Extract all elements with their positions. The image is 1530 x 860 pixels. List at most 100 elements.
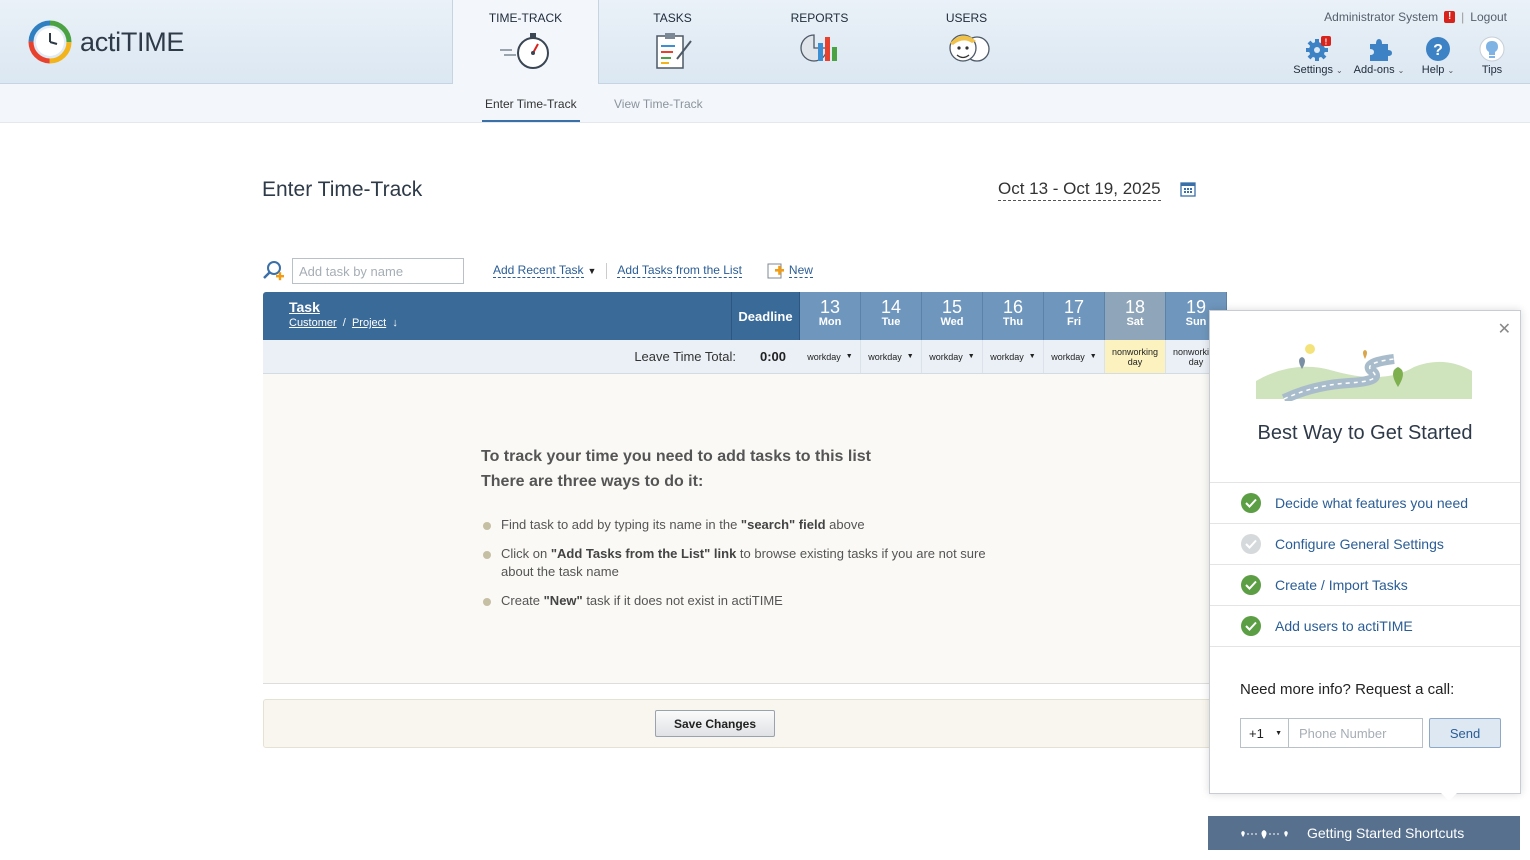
- check-icon: [1241, 575, 1261, 595]
- getting-started-steps: Decide what features you need Configure …: [1210, 482, 1520, 647]
- day-type-select[interactable]: workday ▼: [1044, 340, 1105, 373]
- nav-reports[interactable]: REPORTS: [746, 0, 893, 84]
- phone-number-input[interactable]: [1289, 718, 1423, 748]
- step-item[interactable]: Decide what features you need: [1210, 483, 1520, 524]
- grid-header: Task Customer / Project ↓ Deadline 13 Mon…: [263, 292, 1227, 340]
- nav-users[interactable]: USERS: [893, 0, 1040, 84]
- day-type-value: nonworking day: [1111, 346, 1159, 367]
- top-right-area: Administrator System ! | Logout ! Settin: [1270, 0, 1530, 84]
- add-recent-task-link[interactable]: Add Recent Task: [493, 264, 584, 278]
- list-item: Find task to add by typing its name in t…: [483, 516, 1013, 534]
- day-type-value: workday: [1051, 351, 1085, 362]
- list-item: Create "New" task if it does not exist i…: [483, 592, 1013, 610]
- step-item[interactable]: Configure General Settings: [1210, 524, 1520, 565]
- caret-down-icon: ▼: [906, 352, 914, 360]
- caret-down-icon[interactable]: ▼: [588, 266, 597, 276]
- chevron-down-icon: ⌄: [1397, 66, 1405, 75]
- step-item[interactable]: Add users to actiTIME: [1210, 606, 1520, 647]
- nav-time-track[interactable]: TIME-TRACK: [452, 0, 599, 85]
- settings-label: Settings: [1293, 64, 1333, 76]
- help-icon: ?: [1426, 37, 1450, 61]
- road-map-illustration: [1256, 344, 1472, 401]
- day-number: 18: [1124, 297, 1146, 317]
- step-item[interactable]: Create / Import Tasks: [1210, 565, 1520, 606]
- popup-pointer: [1440, 792, 1458, 801]
- settings-menu[interactable]: ! Settings ⌄: [1290, 34, 1346, 76]
- day-type-select[interactable]: workday ▼: [861, 340, 922, 373]
- logout-link[interactable]: Logout: [1470, 10, 1507, 24]
- leave-time-total: 0:00: [759, 349, 786, 364]
- tips-label: Tips: [1481, 64, 1503, 76]
- tab-view-time-track[interactable]: View Time-Track: [614, 97, 703, 111]
- tip-bold: "Add Tasks from the List" link: [550, 546, 737, 561]
- svg-text:!: !: [1325, 38, 1328, 47]
- main-nav: TIME-TRACK TASKS REPORTS USERS: [452, 0, 1040, 85]
- day-header-14: 14 Tue: [861, 292, 922, 340]
- country-code-select[interactable]: +1 ▼: [1240, 718, 1289, 748]
- route-pins-icon: [1241, 830, 1288, 839]
- phone-row: +1 ▼ Send: [1240, 718, 1501, 748]
- step-label: Create / Import Tasks: [1275, 577, 1408, 593]
- user-name[interactable]: Administrator System: [1324, 10, 1438, 24]
- check-icon: [1241, 534, 1261, 554]
- day-name: Wed: [940, 316, 964, 328]
- tip-text: Find task to add by typing its name in t…: [501, 517, 741, 532]
- stopwatch-icon: [499, 33, 549, 69]
- date-range-picker[interactable]: Oct 13 - Oct 19, 2025: [998, 179, 1161, 201]
- day-number: 14: [880, 297, 902, 317]
- svg-text:?: ?: [1433, 42, 1443, 59]
- getting-started-shortcuts-button[interactable]: Getting Started Shortcuts: [1208, 816, 1520, 850]
- nav-label: TIME-TRACK: [488, 11, 563, 25]
- nav-tasks[interactable]: TASKS: [599, 0, 746, 84]
- request-call-label: Need more info? Request a call:: [1240, 681, 1455, 698]
- addons-menu[interactable]: Add-ons ⌄: [1346, 34, 1412, 76]
- day-type-select[interactable]: workday ▼: [983, 340, 1044, 373]
- project-sort-link[interactable]: Project: [352, 317, 386, 329]
- popup-title: Best Way to Get Started: [1257, 422, 1473, 444]
- nav-label: REPORTS: [790, 11, 849, 25]
- calendar-icon[interactable]: [1180, 181, 1196, 197]
- sub-nav: Enter Time-Track View Time-Track: [0, 84, 1530, 123]
- day-type-select[interactable]: nonworking day: [1105, 340, 1166, 373]
- user-line: Administrator System ! | Logout: [1324, 10, 1507, 24]
- day-type-select[interactable]: workday ▼: [800, 340, 861, 373]
- tip-text: above: [825, 517, 865, 532]
- send-button[interactable]: Send: [1429, 718, 1501, 748]
- lightbulb-icon: [1479, 36, 1505, 62]
- caret-down-icon: ▼: [967, 352, 975, 360]
- day-name: Fri: [1066, 316, 1082, 328]
- add-tasks-from-list-link[interactable]: Add Tasks from the List: [617, 264, 742, 278]
- chevron-down-icon: ⌄: [1447, 66, 1455, 75]
- alert-icon[interactable]: !: [1444, 11, 1456, 23]
- day-type-value: workday: [990, 351, 1024, 362]
- tip-bold: "New": [543, 593, 583, 608]
- tip-bold: "search" field: [740, 517, 826, 532]
- day-type-select[interactable]: workday ▼: [922, 340, 983, 373]
- step-label: Configure General Settings: [1275, 536, 1444, 552]
- new-task-icon[interactable]: [767, 263, 785, 279]
- arrow-down-icon: ↓: [389, 317, 398, 329]
- day-name: Mon: [818, 316, 842, 328]
- day-name: Tue: [881, 316, 901, 328]
- empty-heading: To track your time you need to add tasks…: [481, 444, 871, 494]
- day-number: 17: [1063, 297, 1085, 317]
- caret-down-icon: ▼: [1028, 352, 1036, 360]
- save-changes-button[interactable]: Save Changes: [655, 710, 775, 737]
- day-number: 15: [941, 297, 963, 317]
- close-icon[interactable]: ✕: [1498, 319, 1511, 339]
- nav-label: USERS: [945, 11, 988, 25]
- tab-enter-time-track[interactable]: Enter Time-Track: [482, 97, 580, 122]
- help-menu[interactable]: ? Help ⌄: [1412, 34, 1464, 76]
- app-logo[interactable]: actiTIME: [28, 20, 184, 64]
- customer-sort-link[interactable]: Customer: [289, 317, 337, 329]
- new-task-link[interactable]: New: [788, 264, 813, 278]
- nav-label: TASKS: [653, 11, 692, 25]
- day-name: Sat: [1126, 316, 1144, 328]
- app-name: actiTIME: [80, 26, 185, 57]
- task-search-input[interactable]: [292, 258, 464, 284]
- tips-button[interactable]: Tips: [1464, 34, 1520, 76]
- task-sort-link[interactable]: Task: [289, 299, 731, 315]
- leave-time-row: Leave Time Total: 0:00 workday ▼ workday ▼…: [263, 340, 1227, 374]
- step-label: Add users to actiTIME: [1275, 618, 1413, 634]
- caret-down-icon: ▼: [845, 352, 853, 360]
